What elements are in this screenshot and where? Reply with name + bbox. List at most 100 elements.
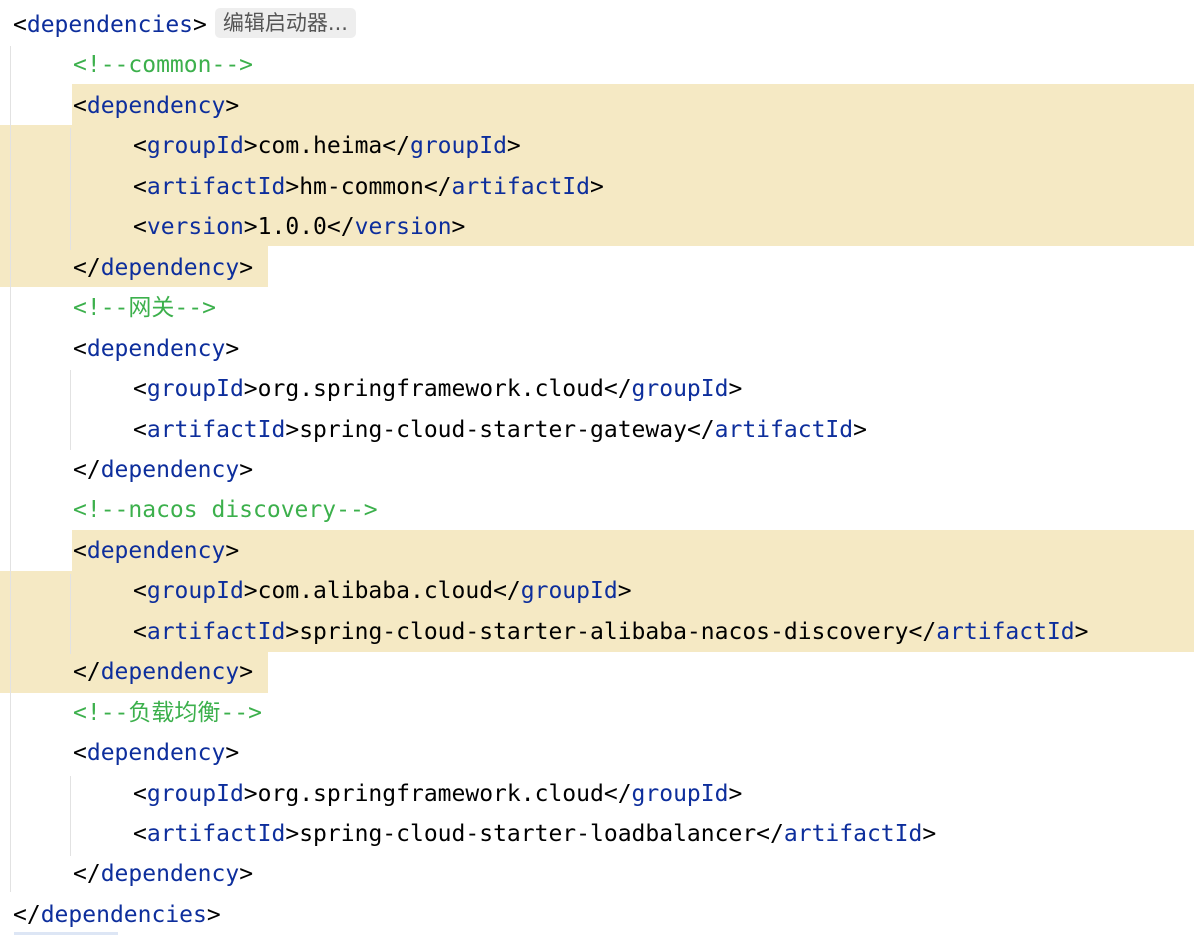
xml-tag-name: artifactId bbox=[451, 173, 591, 200]
angle-bracket: </ bbox=[603, 780, 632, 807]
angle-bracket: > bbox=[239, 456, 254, 483]
angle-bracket: < bbox=[133, 133, 147, 160]
code-line[interactable]: <artifactId > spring-cloud-starter-alibaba… bbox=[133, 612, 1089, 652]
angle-bracket: > bbox=[243, 578, 258, 605]
code-line[interactable]: <!--负载均衡--> bbox=[73, 693, 262, 733]
xml-tag-name: artifactId bbox=[714, 416, 854, 443]
angle-bracket: < bbox=[133, 618, 147, 645]
xml-tag-name: groupId bbox=[409, 133, 507, 160]
code-line[interactable]: <dependency> bbox=[73, 86, 239, 126]
angle-bracket: > bbox=[243, 214, 258, 241]
code-line[interactable]: <!--nacos discovery--> bbox=[73, 490, 378, 530]
edit-starters-inlay-hint[interactable]: 编辑启动器... bbox=[214, 8, 356, 38]
xml-text-value: spring-cloud-starter-loadbalancer bbox=[299, 821, 757, 847]
code-line[interactable]: <groupId>com.alibaba.cloud</groupId> bbox=[133, 571, 632, 611]
angle-bracket: > bbox=[193, 12, 207, 38]
angle-bracket: > bbox=[1074, 618, 1089, 645]
angle-bracket: </ bbox=[73, 861, 101, 888]
xml-tag-name: dependency bbox=[86, 740, 226, 767]
code-line[interactable]: <artifactId>spring-cloud-starter-gateway… bbox=[133, 410, 867, 450]
angle-bracket: < bbox=[133, 821, 147, 847]
xml-comment: <!--common--> bbox=[73, 52, 254, 79]
angle-bracket: > bbox=[728, 376, 743, 403]
code-line[interactable]: </dependency> bbox=[73, 854, 253, 894]
xml-tag-name: dependencies bbox=[26, 12, 194, 38]
angle-bracket: > bbox=[728, 780, 743, 807]
angle-bracket: > bbox=[239, 861, 254, 888]
xml-tag-name: dependency bbox=[100, 861, 240, 888]
angle-bracket: > bbox=[225, 740, 240, 767]
angle-bracket: </ bbox=[908, 618, 937, 645]
code-line[interactable]: <dependency> bbox=[73, 733, 239, 773]
xml-tag-name: version bbox=[146, 214, 244, 241]
angle-bracket: > bbox=[206, 901, 221, 928]
angle-bracket: > bbox=[922, 821, 937, 847]
code-line[interactable]: </dependency> bbox=[73, 248, 253, 288]
code-line[interactable]: <groupId>org.springframework.cloud</grou… bbox=[133, 774, 742, 814]
indent-guide bbox=[70, 128, 71, 250]
code-line[interactable]: <groupId>com.heima</groupId> bbox=[133, 126, 521, 166]
angle-bracket: > bbox=[506, 133, 521, 160]
code-line[interactable]: <version>1.0.0</version> bbox=[133, 207, 465, 247]
xml-tag-name: dependency bbox=[86, 335, 226, 362]
xml-text-value: 1.0.0 bbox=[257, 214, 327, 241]
angle-bracket: > bbox=[853, 416, 867, 443]
angle-bracket: </ bbox=[13, 901, 41, 928]
xml-tag-name: artifactId bbox=[146, 416, 286, 443]
angle-bracket: < bbox=[133, 416, 147, 443]
angle-bracket: < bbox=[73, 335, 87, 362]
code-line[interactable]: <!--网关--> bbox=[73, 288, 216, 328]
xml-tag-name: artifactId bbox=[146, 821, 286, 847]
angle-bracket: </ bbox=[686, 416, 715, 443]
code-line[interactable]: </dependency> bbox=[73, 652, 253, 692]
angle-bracket: > bbox=[225, 92, 240, 119]
angle-bracket: > bbox=[239, 659, 254, 686]
angle-bracket: </ bbox=[493, 578, 521, 605]
xml-tag-name: dependency bbox=[100, 254, 240, 281]
angle-bracket: </ bbox=[382, 133, 410, 160]
code-line[interactable]: <dependencies> 编辑启动器... bbox=[13, 5, 356, 45]
xml-text-value: hm-common bbox=[299, 173, 424, 200]
code-line[interactable]: </dependencies> bbox=[13, 895, 221, 935]
code-line[interactable]: <!--common--> bbox=[73, 45, 253, 85]
xml-tag-name: groupId bbox=[520, 578, 618, 605]
angle-bracket: </ bbox=[423, 173, 452, 200]
code-line[interactable]: <dependency> bbox=[73, 329, 239, 369]
angle-bracket: > bbox=[243, 376, 258, 403]
angle-bracket: </ bbox=[73, 456, 101, 483]
xml-tag-name: dependency bbox=[100, 659, 240, 686]
angle-bracket: < bbox=[73, 537, 87, 564]
angle-bracket: > bbox=[243, 133, 258, 160]
current-line-marker bbox=[14, 932, 118, 935]
xml-tag-name: groupId bbox=[146, 376, 244, 403]
xml-tag-name: groupId bbox=[146, 578, 244, 605]
angle-bracket: > bbox=[451, 214, 466, 241]
code-line[interactable]: </dependency> bbox=[73, 450, 253, 490]
xml-comment: <!--负载均衡--> bbox=[73, 699, 262, 726]
xml-tag-name: groupId bbox=[631, 780, 729, 807]
angle-bracket: < bbox=[133, 376, 147, 403]
code-line[interactable]: <dependency> bbox=[73, 531, 239, 571]
indent-guide bbox=[70, 370, 71, 450]
xml-tag-name: artifactId bbox=[146, 173, 286, 200]
xml-tag-name: dependency bbox=[86, 537, 226, 564]
angle-bracket: </ bbox=[326, 214, 355, 241]
angle-bracket: > bbox=[225, 537, 240, 564]
angle-bracket: < bbox=[73, 92, 87, 119]
xml-text-value: spring-cloud-starter-alibaba-nacos-disco… bbox=[299, 618, 909, 645]
indent-guide bbox=[70, 776, 71, 856]
code-editor[interactable]: <dependencies> 编辑启动器... <!--common--> <depe… bbox=[0, 0, 1194, 936]
xml-tag-name: artifactId bbox=[783, 821, 923, 847]
xml-text-value: org.springframework.cloud bbox=[257, 780, 604, 807]
xml-tag-name: artifactId bbox=[146, 618, 286, 645]
angle-bracket: < bbox=[133, 214, 147, 241]
code-line[interactable]: <groupId>org.springframework.cloud</grou… bbox=[133, 369, 742, 409]
code-line[interactable]: <artifactId>hm-common</artifactId> bbox=[133, 167, 604, 207]
xml-comment: <!--网关--> bbox=[73, 295, 216, 322]
xml-tag-name: dependencies bbox=[40, 901, 207, 928]
code-line[interactable]: <artifactId>spring-cloud-starter-loadbal… bbox=[133, 814, 936, 854]
angle-bracket: < bbox=[133, 578, 147, 605]
xml-tag-name: dependency bbox=[86, 92, 226, 119]
xml-tag-name: groupId bbox=[146, 133, 244, 160]
angle-bracket: </ bbox=[603, 376, 632, 403]
